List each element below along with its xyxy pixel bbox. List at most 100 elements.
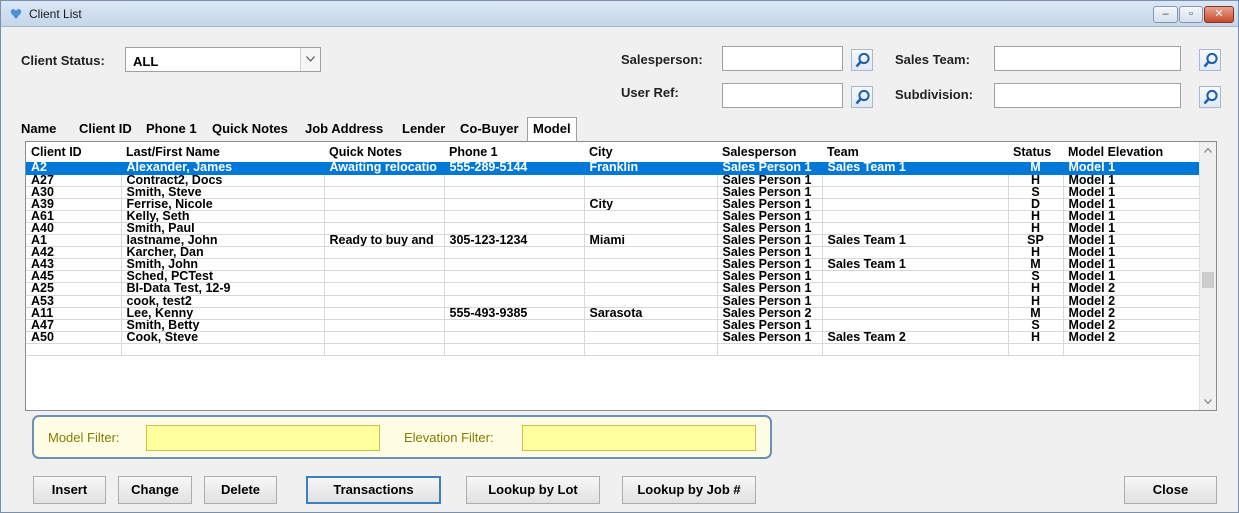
col-header-name[interactable]: Last/First Name	[121, 142, 324, 162]
client-status-label: Client Status:	[21, 53, 105, 68]
cell-team	[822, 210, 1009, 223]
lookup-by-job-button[interactable]: Lookup by Job #	[622, 476, 756, 504]
model-filter-label: Model Filter:	[48, 430, 120, 445]
user-ref-lookup-button[interactable]	[851, 86, 873, 108]
cell-phone	[444, 295, 585, 308]
col-header-salesperson[interactable]: Salesperson	[717, 142, 822, 162]
cell-name: BI-Data Test, 12-9	[121, 282, 325, 296]
cell-team	[822, 307, 1009, 320]
table-row[interactable]: A25 BI-Data Test, 12-9 Sales Person 1 H Mode…	[26, 282, 1201, 296]
cell-city	[584, 295, 718, 308]
window-title: Client List	[29, 7, 82, 21]
client-list-window: Client List – ▫ ✕ Client Status: ALL Sal…	[0, 0, 1239, 513]
col-header-city[interactable]: City	[584, 142, 717, 162]
cell-status: H	[1008, 222, 1064, 236]
insert-button[interactable]: Insert	[33, 476, 106, 504]
col-header-quick-notes[interactable]: Quick Notes	[324, 142, 444, 162]
cell-city: Franklin	[584, 162, 718, 175]
cell-model-elevation: Model 2	[1063, 282, 1201, 296]
scroll-thumb[interactable]	[1202, 272, 1214, 288]
close-button[interactable]: Close	[1124, 476, 1217, 504]
tab-co-buyer[interactable]: Co-Buyer	[460, 121, 519, 136]
col-header-model-elevation[interactable]: Model Elevation	[1063, 142, 1200, 162]
col-header-client-id[interactable]: Client ID	[26, 142, 121, 162]
lookup-by-lot-button[interactable]: Lookup by Lot	[466, 476, 600, 504]
transactions-button[interactable]: Transactions	[306, 476, 441, 504]
grid-scrollbar[interactable]	[1199, 142, 1216, 410]
cell-client-id: A11	[26, 307, 122, 320]
table-row[interactable]: A40 Smith, Paul Sales Person 1 H Model 1	[26, 222, 1201, 236]
cell-status: D	[1008, 198, 1064, 211]
sales-team-input[interactable]	[994, 46, 1181, 71]
title-bar[interactable]: Client List – ▫ ✕	[1, 1, 1238, 27]
cell-client-id: A27	[26, 174, 122, 187]
cell-quick-notes	[324, 210, 445, 223]
table-row[interactable]: A1 lastname, John Ready to buy and 305-123-…	[26, 234, 1201, 248]
cell-client-id: A25	[26, 282, 122, 296]
chevron-down-icon[interactable]	[300, 48, 320, 71]
cell-status: M	[1008, 162, 1064, 175]
client-status-dropdown[interactable]: ALL	[125, 47, 321, 72]
user-ref-input[interactable]	[722, 83, 843, 108]
table-row[interactable]: A27 Contract2, Docs Sales Person 1 H Model 1	[26, 174, 1201, 187]
cell-status: H	[1008, 210, 1064, 223]
cell-status: H	[1008, 295, 1064, 308]
tab-client-id[interactable]: Client ID	[79, 121, 132, 136]
cell-salesperson: Sales Person 1	[717, 319, 823, 332]
table-row[interactable]: A45 Sched, PCTest Sales Person 1 S Model 1	[26, 270, 1201, 284]
scroll-down-icon[interactable]	[1204, 399, 1212, 404]
col-header-phone[interactable]: Phone 1	[444, 142, 584, 162]
table-row[interactable]: A53 cook, test2 Sales Person 1 H Model 2	[26, 295, 1201, 308]
col-header-team[interactable]: Team	[822, 142, 1008, 162]
cell-client-id: A61	[26, 210, 122, 223]
col-header-status[interactable]: Status	[1008, 142, 1063, 162]
cell-quick-notes	[324, 307, 445, 320]
table-row[interactable]: A11 Lee, Kenny 555-493-9385 Sarasota Sales P…	[26, 307, 1201, 320]
table-row[interactable]: A39 Ferrise, Nicole City Sales Person 1 D Mod…	[26, 198, 1201, 211]
model-filter-input[interactable]	[146, 425, 380, 451]
close-icon[interactable]: ✕	[1204, 6, 1234, 23]
cell-team: Sales Team 1	[822, 234, 1009, 248]
table-row[interactable]: A61 Kelly, Seth Sales Person 1 H Model 1	[26, 210, 1201, 223]
table-row[interactable]: A30 Smith, Steve Sales Person 1 S Model 1	[26, 186, 1201, 199]
tab-quick-notes[interactable]: Quick Notes	[212, 121, 288, 136]
table-row[interactable]: A43 Smith, John Sales Person 1 Sales Team 1…	[26, 258, 1201, 272]
tab-phone-1[interactable]: Phone 1	[146, 121, 197, 136]
table-row[interactable]: A42 Karcher, Dan Sales Person 1 H Model 1	[26, 246, 1201, 260]
cell-salesperson: Sales Person 1	[717, 258, 823, 272]
cell-team	[822, 270, 1009, 284]
table-row-empty[interactable]	[26, 343, 1201, 357]
change-button[interactable]: Change	[118, 476, 192, 504]
tab-lender[interactable]: Lender	[402, 121, 445, 136]
cell-city: Miami	[584, 234, 718, 248]
tab-name[interactable]: Name	[21, 121, 56, 136]
cell-model-elevation: Model 1	[1063, 234, 1201, 248]
cell-team: Sales Team 2	[822, 331, 1009, 344]
cell-salesperson: Sales Person 1	[717, 174, 823, 187]
cell-phone	[444, 210, 585, 223]
cell-quick-notes: Awaiting relocatio	[324, 162, 445, 175]
maximize-icon[interactable]: ▫	[1179, 6, 1203, 23]
sales-team-lookup-button[interactable]	[1199, 49, 1221, 71]
salesperson-input[interactable]	[722, 46, 843, 71]
elevation-filter-input[interactable]	[522, 425, 756, 451]
delete-button[interactable]: Delete	[204, 476, 277, 504]
cell-client-id: A43	[26, 258, 122, 272]
subdivision-lookup-button[interactable]	[1199, 86, 1221, 108]
cell-model-elevation: Model 1	[1063, 270, 1201, 284]
tab-model[interactable]: Model	[527, 117, 577, 141]
cell-quick-notes	[324, 198, 445, 211]
cell-name: Cook, Steve	[121, 331, 325, 344]
client-grid[interactable]: Client ID Last/First Name Quick Notes Ph…	[25, 141, 1217, 411]
cell-phone	[444, 270, 585, 284]
table-row[interactable]: A50 Cook, Steve Sales Person 1 Sales Team 2…	[26, 331, 1201, 344]
client-status-value: ALL	[133, 54, 159, 69]
table-row[interactable]: A47 Smith, Betty Sales Person 1 S Model 2	[26, 319, 1201, 332]
table-row[interactable]: A2 Alexander, James Awaiting relocatio 555-…	[26, 162, 1201, 175]
cell-salesperson: Sales Person 2	[717, 307, 823, 320]
tab-job-address[interactable]: Job Address	[305, 121, 383, 136]
subdivision-input[interactable]	[994, 83, 1181, 108]
minimize-icon[interactable]: –	[1153, 6, 1178, 23]
scroll-up-icon[interactable]	[1204, 148, 1212, 153]
salesperson-lookup-button[interactable]	[851, 49, 873, 71]
